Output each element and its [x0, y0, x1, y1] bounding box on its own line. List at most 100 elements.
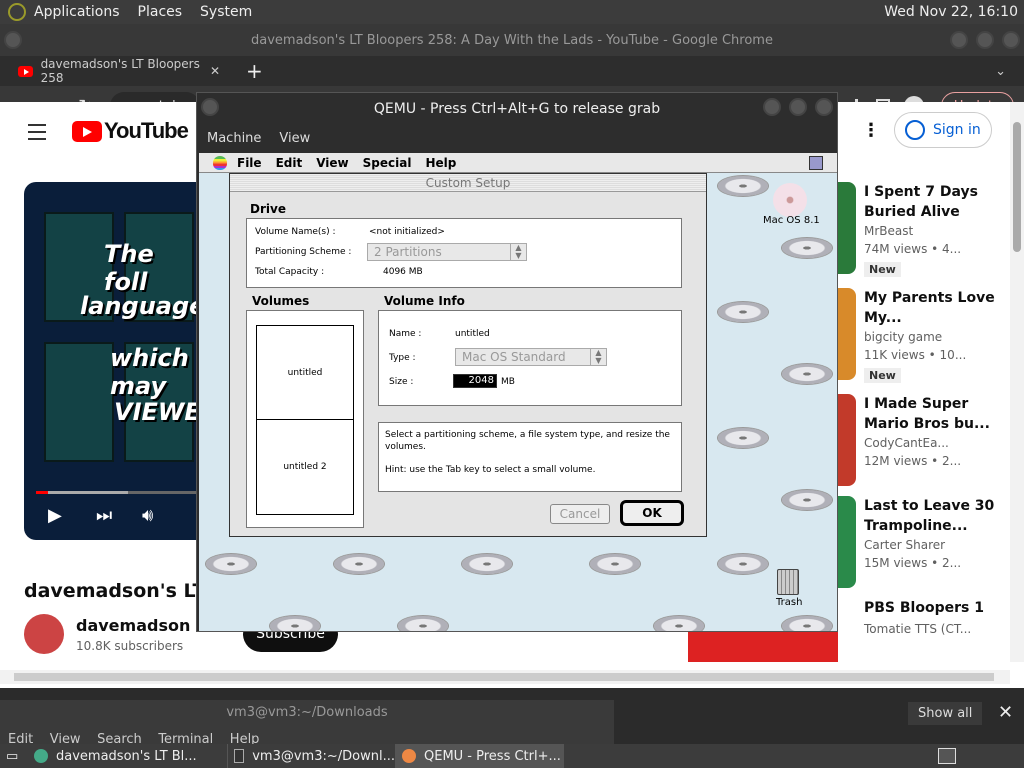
- window-menu-button[interactable]: [4, 31, 22, 49]
- maximize-button[interactable]: [976, 31, 994, 49]
- close-button[interactable]: [1002, 31, 1020, 49]
- capacity-label: Total Capacity :: [255, 267, 325, 277]
- tab-close-icon[interactable]: ✕: [210, 64, 220, 78]
- trash-icon[interactable]: [777, 569, 799, 595]
- qemu-menu-view[interactable]: View: [279, 131, 310, 146]
- recommendation-title[interactable]: PBS Bloopers 1: [864, 598, 1014, 618]
- desktop-pattern-disk-icon: [653, 615, 705, 631]
- size-field[interactable]: 2048: [453, 374, 497, 388]
- tab-youtube[interactable]: davemadson's LT Bloopers 258 ✕: [0, 56, 230, 86]
- recommendation-title[interactable]: Last to Leave 30 Trampoline...: [864, 496, 1014, 536]
- trash-label[interactable]: Trash: [776, 597, 802, 608]
- volume-block-untitled[interactable]: untitled: [256, 325, 354, 420]
- hint-text: Hint: use the Tab key to select a small …: [385, 465, 596, 475]
- finder-application-icon[interactable]: [809, 156, 823, 170]
- recommendation-title[interactable]: I Made Super Mario Bros bu...: [864, 394, 1014, 434]
- task-terminal[interactable]: vm3@vm3:~/Downl...: [228, 744, 396, 768]
- new-tab-button[interactable]: +: [246, 59, 263, 83]
- desktop-pattern-disk-icon: [717, 301, 769, 323]
- sign-in-label: Sign in: [933, 122, 981, 138]
- menu-places[interactable]: Places: [138, 4, 183, 20]
- hamburger-menu-icon[interactable]: [28, 124, 46, 145]
- qemu-title: QEMU - Press Ctrl+Alt+G to release grab: [373, 101, 661, 117]
- name-label: Name :: [389, 329, 422, 339]
- youtube-favicon-icon: [18, 65, 33, 77]
- chrome-window-title: davemadson's LT Bloopers 258: A Day With…: [251, 32, 773, 48]
- mac-menu-view[interactable]: View: [316, 156, 348, 170]
- video-progress-bar[interactable]: [36, 491, 204, 494]
- capacity-value: 4096 MB: [383, 267, 423, 277]
- partitioning-scheme-popup[interactable]: 2 Partitions ▲ ▼: [367, 243, 527, 261]
- volume-name: untitled: [287, 367, 323, 378]
- help-text-box: Select a partitioning scheme, a file sys…: [378, 422, 682, 492]
- custom-setup-dialog: Custom Setup Volume Name(s) : <not initi…: [229, 173, 707, 537]
- recommendation-channel[interactable]: Carter Sharer: [864, 538, 945, 552]
- recommendation-channel[interactable]: Tomatie TTS (CT...: [864, 622, 971, 636]
- show-desktop-icon[interactable]: ▭: [0, 749, 28, 764]
- minimize-button[interactable]: [763, 98, 781, 116]
- dialog-title: Custom Setup: [230, 174, 706, 192]
- menu-system[interactable]: System: [200, 4, 252, 20]
- task-qemu[interactable]: QEMU - Press Ctrl+...: [396, 744, 564, 768]
- desktop-pattern-disk-icon: [461, 553, 513, 575]
- mac-menu-help[interactable]: Help: [425, 156, 456, 170]
- ok-button[interactable]: OK: [620, 500, 684, 526]
- more-options-icon[interactable]: ⋮: [862, 120, 880, 141]
- size-unit: MB: [501, 377, 515, 387]
- window-menu-button[interactable]: [201, 98, 219, 116]
- close-button[interactable]: [815, 98, 833, 116]
- desktop-pattern-disk-icon: [205, 553, 257, 575]
- system-logo-icon[interactable]: [8, 3, 26, 21]
- file-system-type-popup[interactable]: Mac OS Standard ▲ ▼: [455, 348, 607, 366]
- close-icon[interactable]: ✕: [998, 702, 1013, 723]
- recommendation-title[interactable]: My Parents Love My...: [864, 288, 1014, 328]
- channel-avatar[interactable]: [24, 614, 64, 654]
- minimize-button[interactable]: [950, 31, 968, 49]
- clock[interactable]: Wed Nov 22, 16:10: [884, 4, 1018, 20]
- qemu-icon: [402, 749, 416, 763]
- tab-search-chevron-icon[interactable]: ⌄: [995, 64, 1006, 79]
- qemu-menu-machine[interactable]: Machine: [207, 131, 261, 146]
- menu-applications[interactable]: Applications: [34, 4, 120, 20]
- qemu-titlebar[interactable]: QEMU - Press Ctrl+Alt+G to release grab: [197, 93, 837, 125]
- type-value: Mac OS Standard: [462, 350, 566, 364]
- recommendation-channel[interactable]: MrBeast: [864, 224, 913, 238]
- mac-desktop[interactable]: File Edit View Special Help Mac OS 8.1 T…: [199, 153, 837, 631]
- sign-in-button[interactable]: Sign in: [894, 112, 992, 148]
- popup-arrows-icon: ▲ ▼: [510, 244, 526, 260]
- mac-menu-file[interactable]: File: [237, 156, 262, 170]
- next-icon[interactable]: ⏭︎: [96, 505, 112, 526]
- show-all-button[interactable]: Show all: [908, 702, 983, 725]
- apple-menu-icon[interactable]: [213, 155, 227, 170]
- recommendation-thumbnail[interactable]: [838, 288, 856, 380]
- hard-disk-icon[interactable]: [773, 183, 807, 217]
- desktop-pattern-disk-icon: [717, 175, 769, 197]
- mac-menu-edit[interactable]: Edit: [276, 156, 303, 170]
- hard-disk-label[interactable]: Mac OS 8.1: [763, 215, 820, 226]
- recommendation-channel[interactable]: CodyCantEa...: [864, 436, 949, 450]
- video-text-line: language,: [80, 292, 204, 320]
- terminal-window[interactable]: vm3@vm3:~/Downloads Edit View Search Ter…: [0, 700, 614, 747]
- chrome-titlebar[interactable]: davemadson's LT Bloopers 258: A Day With…: [0, 24, 1024, 56]
- horizontal-scrollbar[interactable]: [0, 670, 1010, 684]
- mac-menu-special[interactable]: Special: [363, 156, 412, 170]
- new-badge: New: [864, 368, 901, 383]
- volume-block-untitled-2[interactable]: untitled 2: [256, 419, 354, 515]
- recommendation-thumbnail[interactable]: [838, 394, 856, 486]
- maximize-button[interactable]: [789, 98, 807, 116]
- desktop-pattern-disk-icon: [717, 427, 769, 449]
- recommendation-thumbnail[interactable]: [838, 182, 856, 274]
- play-icon[interactable]: ▶: [48, 505, 62, 526]
- task-chrome[interactable]: davemadson's LT Bl...: [28, 744, 228, 768]
- recommendation-thumbnail[interactable]: [838, 496, 856, 588]
- recommendation-channel[interactable]: bigcity game: [864, 330, 942, 344]
- vertical-scrollbar[interactable]: [1010, 102, 1024, 662]
- video-player[interactable]: The foll language, which may VIEWE ▶ ⏭︎ …: [24, 182, 204, 540]
- youtube-logo[interactable]: YouTube: [72, 118, 189, 144]
- volume-names-value: <not initialized>: [369, 227, 445, 237]
- volume-icon[interactable]: 🔊︎: [142, 505, 153, 526]
- workspace-switcher-icon[interactable]: [938, 748, 956, 764]
- drive-group: Volume Name(s) : <not initialized> Parti…: [246, 218, 682, 288]
- recommendation-title[interactable]: I Spent 7 Days Buried Alive: [864, 182, 1014, 222]
- cancel-button[interactable]: Cancel: [550, 504, 610, 524]
